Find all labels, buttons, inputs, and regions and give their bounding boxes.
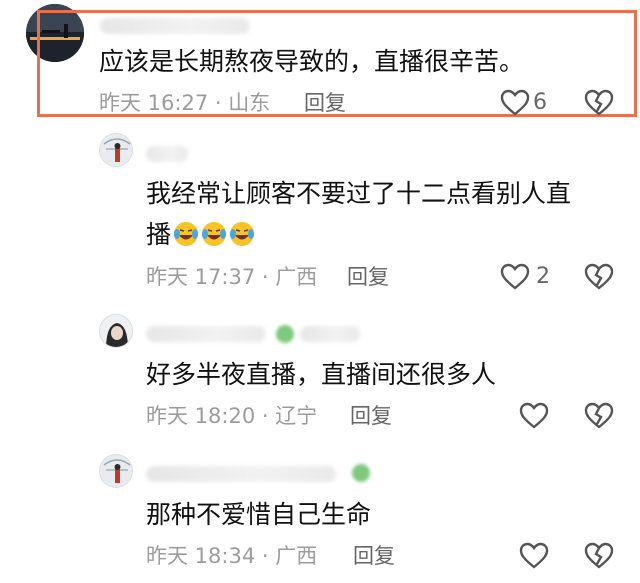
comment-text-line-1: 我经常让顾客不要过了十二点看别人直 [146, 179, 572, 208]
heart-icon[interactable] [500, 89, 530, 117]
comment-text: 那种不爱惜自己生命 [146, 500, 372, 529]
comment-meta: 昨天 18:34 · 广西 [146, 544, 318, 568]
reply-button[interactable]: 回复 [304, 90, 346, 116]
heart-icon[interactable] [519, 542, 549, 570]
blurred-username [300, 326, 360, 342]
heart-icon[interactable] [500, 263, 530, 291]
blurred-username [146, 466, 336, 482]
comment-text: 好多半夜直播，直播间还很多人 [146, 360, 497, 389]
laughing-crying-emoji-icon [174, 222, 199, 246]
comment-meta: 昨天 18:20 · 辽宁 [146, 404, 318, 428]
comment-text-line-2: 播 [146, 219, 255, 251]
reply-button[interactable]: 回复 [347, 264, 389, 290]
leaf-badge-icon [352, 464, 370, 482]
comment-text-line-2-text: 播 [146, 220, 172, 249]
broken-heart-icon[interactable] [584, 263, 614, 291]
comment-meta: 昨天 16:27 · 山东 [99, 91, 271, 115]
like-count: 2 [536, 264, 550, 289]
dark-hair-avatar-icon[interactable] [99, 314, 133, 348]
broken-heart-icon[interactable] [584, 402, 614, 430]
comment-meta: 昨天 17:37 · 广西 [146, 265, 318, 289]
laughing-crying-emoji-icon [202, 222, 227, 246]
broken-heart-icon[interactable] [584, 542, 614, 570]
reply-button[interactable]: 回复 [350, 403, 392, 429]
blurred-username [146, 326, 266, 342]
reply-button[interactable]: 回复 [353, 543, 395, 569]
laughing-crying-emoji-icon [230, 222, 255, 246]
blurred-username [146, 146, 188, 162]
girl-avatar-icon[interactable] [99, 133, 133, 167]
heart-icon[interactable] [519, 402, 549, 430]
girl-avatar-icon[interactable] [99, 454, 133, 488]
like-count: 6 [533, 90, 547, 115]
broken-heart-icon[interactable] [584, 89, 614, 117]
leaf-badge-icon [276, 325, 294, 343]
comment-text: 应该是长期熬夜导致的，直播很辛苦。 [99, 47, 525, 76]
